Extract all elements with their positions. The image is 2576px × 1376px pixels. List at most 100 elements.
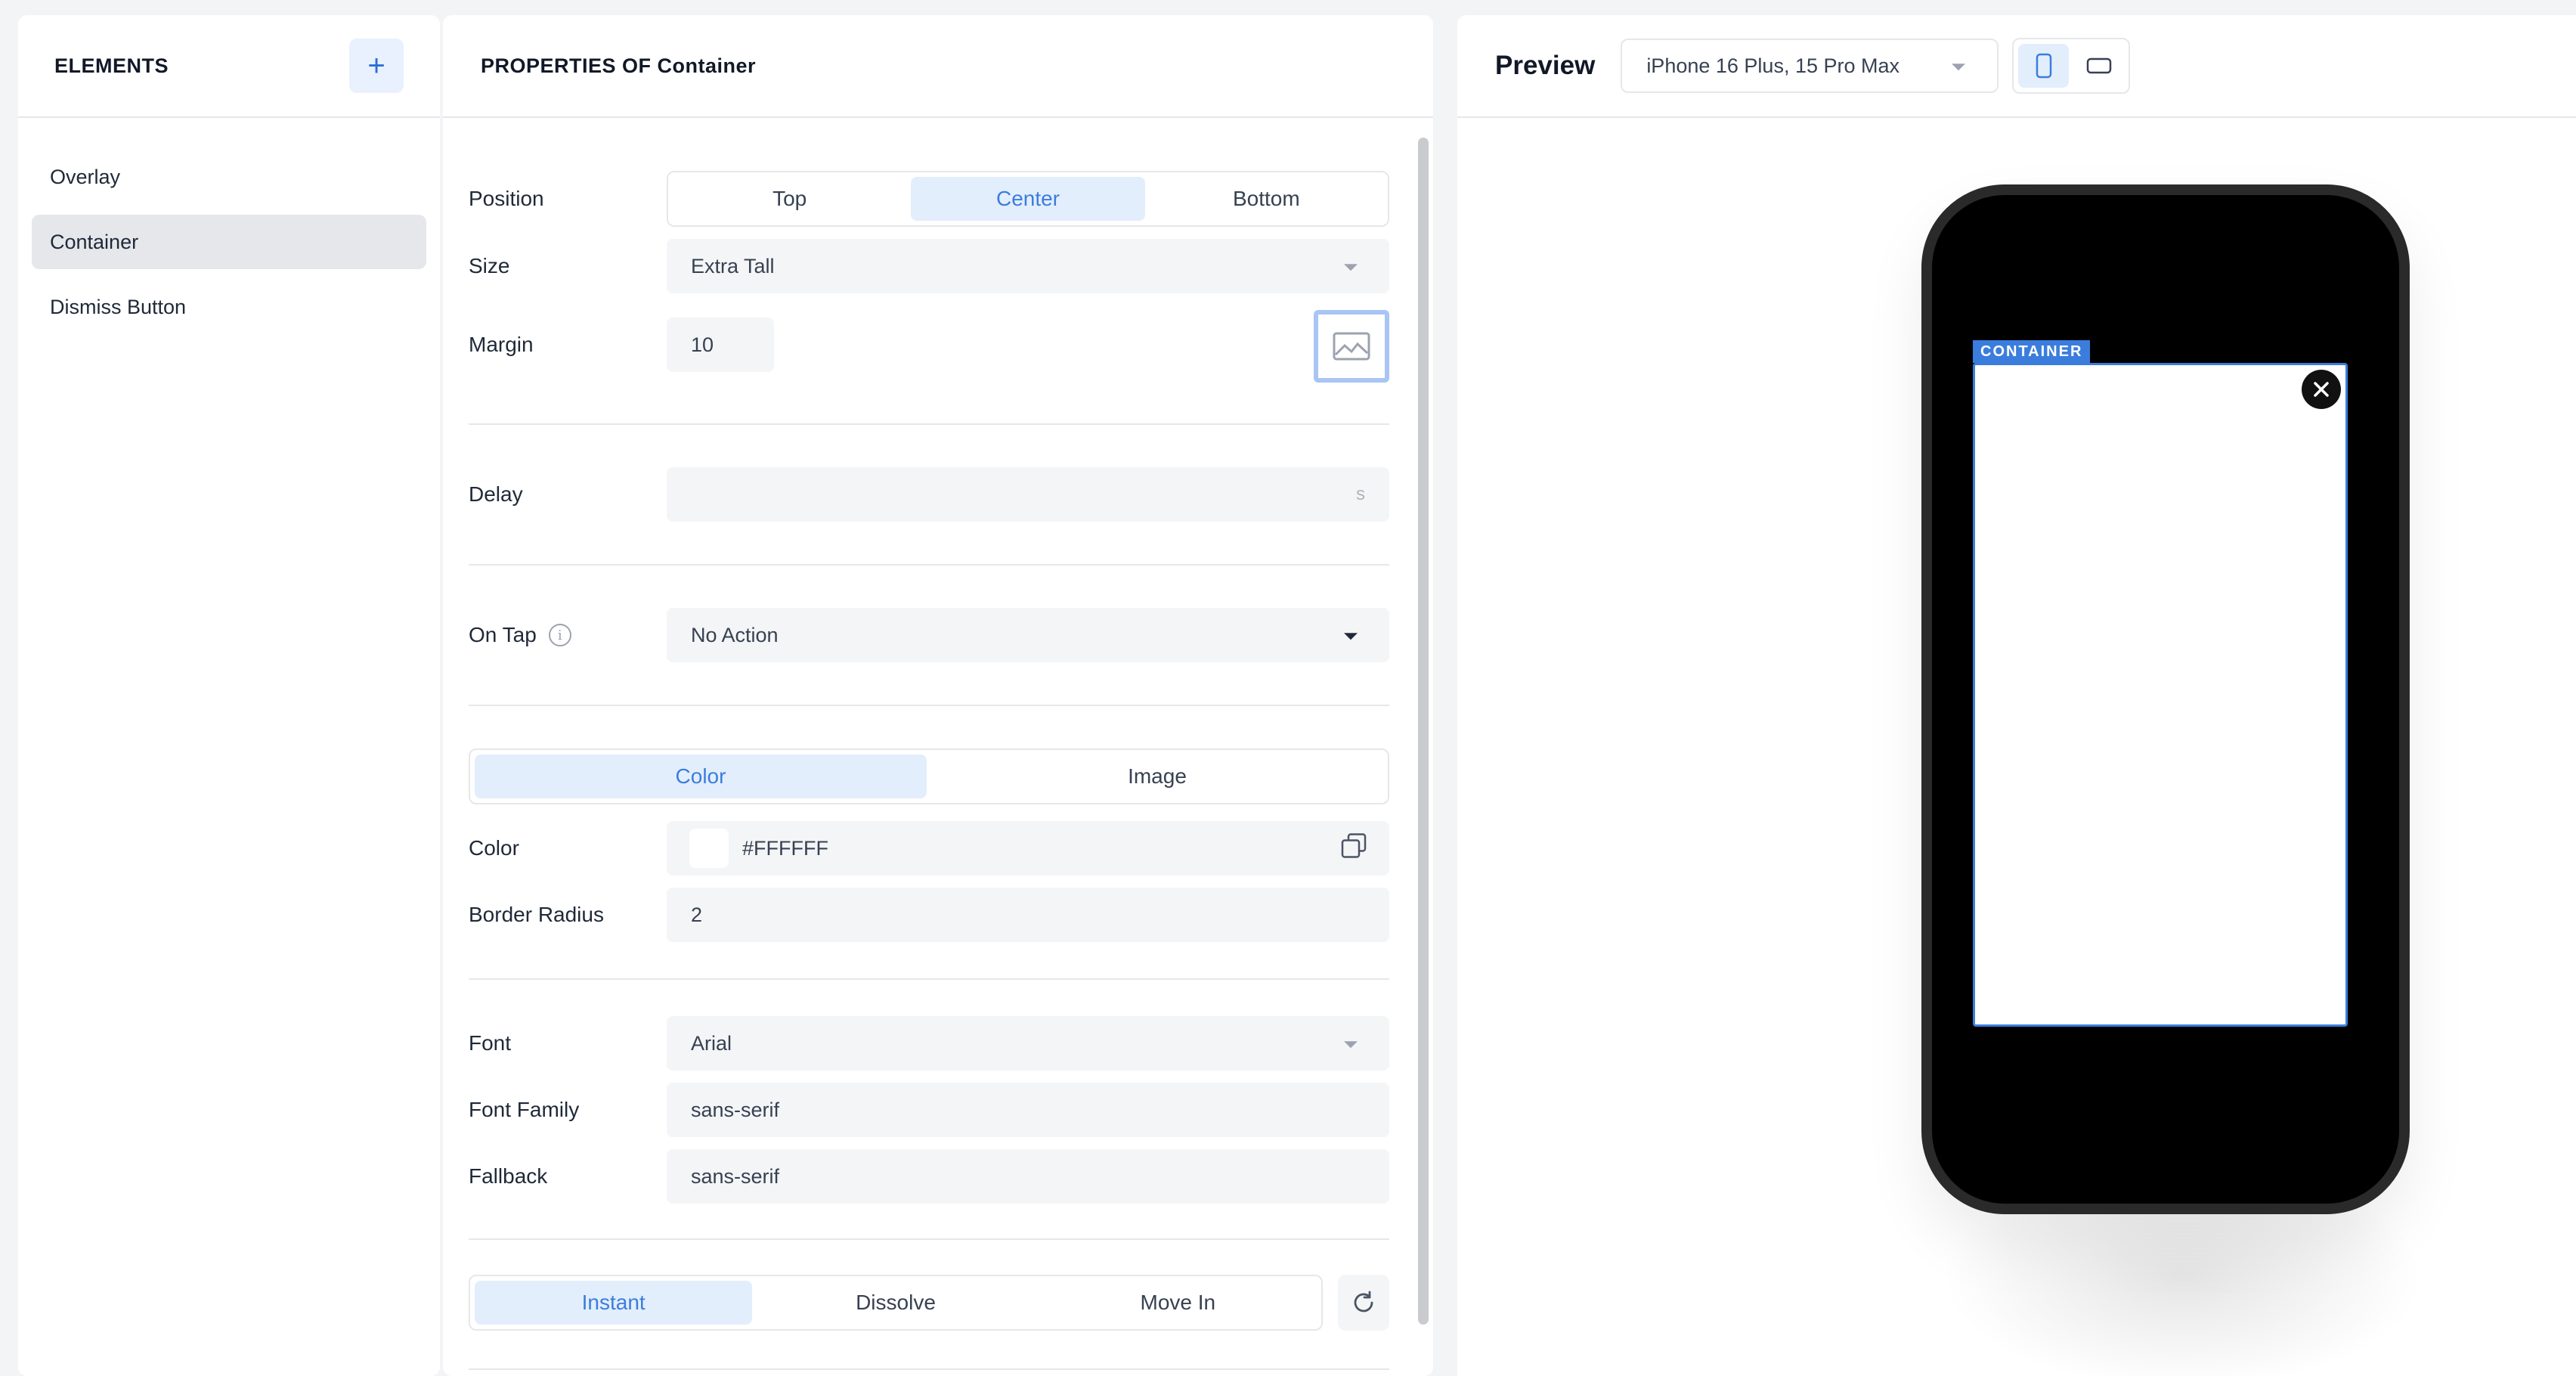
device-value: iPhone 16 Plus, 15 Pro Max — [1646, 54, 1900, 77]
element-item-container[interactable]: Container — [32, 215, 426, 269]
size-value: Extra Tall — [691, 254, 775, 277]
preview-title: Preview — [1495, 51, 1596, 80]
font-label: Font — [469, 1031, 512, 1055]
size-row: Size Extra Tall — [469, 239, 1389, 293]
device-select[interactable]: iPhone 16 Plus, 15 Pro Max — [1621, 39, 1999, 93]
properties-panel: PROPERTIES OF Container Position Top Cen… — [443, 15, 1433, 1376]
portrait-button[interactable] — [2018, 44, 2070, 88]
close-icon — [2314, 382, 2329, 397]
color-row: Color #FFFFFF — [469, 821, 1389, 875]
font-family-label: Font Family — [469, 1098, 580, 1121]
portrait-phone-icon — [2036, 53, 2052, 79]
section-divider — [469, 1368, 1389, 1370]
section-divider — [469, 978, 1389, 980]
preview-panel: Preview iPhone 16 Plus, 15 Pro Max CONTA… — [1457, 15, 2576, 1376]
element-item-label: Dismiss Button — [50, 295, 187, 318]
position-option-center[interactable]: Center — [911, 177, 1145, 221]
background-mode-image[interactable]: Image — [931, 755, 1383, 798]
animation-row: Instant Dissolve Move In — [469, 1275, 1389, 1331]
fallback-label: Fallback — [469, 1164, 548, 1188]
background-mode-segmented-control: Color Image — [469, 748, 1389, 804]
elements-panel: ELEMENTS + Overlay Container Dismiss But… — [18, 15, 440, 1376]
on-tap-row: On Tap i No Action — [469, 608, 1389, 662]
font-value: Arial — [691, 1031, 732, 1055]
animation-option-dissolve[interactable]: Dissolve — [757, 1281, 1034, 1325]
font-row: Font Arial — [469, 1016, 1389, 1071]
landscape-phone-icon — [2086, 57, 2112, 74]
position-segmented-control: Top Center Bottom — [667, 171, 1389, 227]
color-value: #FFFFFF — [742, 836, 828, 860]
fallback-row: Fallback sans-serif — [469, 1149, 1389, 1204]
font-family-value: sans-serif — [691, 1098, 780, 1121]
position-option-bottom[interactable]: Bottom — [1150, 177, 1383, 221]
font-select[interactable]: Arial — [667, 1016, 1389, 1071]
elements-list: Overlay Container Dismiss Button — [18, 118, 440, 334]
delay-input[interactable]: s — [667, 467, 1389, 522]
element-item-overlay[interactable]: Overlay — [32, 150, 426, 204]
refresh-icon — [1354, 1291, 1373, 1312]
add-element-button[interactable]: + — [349, 39, 404, 93]
element-item-label: Overlay — [50, 165, 121, 188]
properties-header: PROPERTIES OF Container — [443, 15, 1433, 118]
color-swatch[interactable] — [689, 829, 729, 868]
image-toggle-button[interactable] — [1314, 310, 1389, 383]
delay-row: Delay s — [469, 467, 1389, 522]
landscape-button[interactable] — [2073, 44, 2124, 88]
delay-label: Delay — [469, 482, 523, 506]
container-tag: CONTAINER — [1973, 340, 2091, 363]
chevron-down-icon — [1344, 264, 1358, 271]
size-select[interactable]: Extra Tall — [667, 239, 1389, 293]
on-tap-value: No Action — [691, 623, 779, 646]
on-tap-label-group: On Tap i — [469, 623, 667, 647]
font-family-row: Font Family sans-serif — [469, 1083, 1389, 1137]
properties-body: Position Top Center Bottom Size Extra Ta… — [443, 119, 1433, 1376]
size-label: Size — [469, 254, 510, 277]
chevron-down-icon — [1344, 1041, 1358, 1049]
border-radius-row: Border Radius 2 — [469, 888, 1389, 942]
margin-row: Margin 10 — [469, 310, 1389, 383]
animation-segmented-control: Instant Dissolve Move In — [469, 1275, 1323, 1331]
section-divider — [469, 564, 1389, 566]
fallback-input[interactable]: sans-serif — [667, 1149, 1389, 1204]
elements-title: ELEMENTS — [54, 54, 169, 77]
delay-suffix: s — [1356, 484, 1365, 504]
on-tap-select[interactable]: No Action — [667, 608, 1389, 662]
properties-title: PROPERTIES OF Container — [481, 54, 757, 77]
preview-stage: CONTAINER — [1457, 119, 2576, 1376]
animation-option-instant[interactable]: Instant — [475, 1281, 753, 1325]
margin-input[interactable]: 10 — [667, 318, 774, 372]
position-label: Position — [469, 187, 544, 210]
container-preview[interactable] — [1973, 363, 2348, 1027]
orientation-toggle — [2012, 38, 2131, 94]
border-radius-label: Border Radius — [469, 903, 604, 926]
position-option-top[interactable]: Top — [673, 177, 906, 221]
image-icon — [1333, 332, 1370, 361]
chevron-down-icon — [1952, 64, 1966, 71]
fallback-value: sans-serif — [691, 1164, 780, 1188]
section-divider — [469, 705, 1389, 706]
preview-header: Preview iPhone 16 Plus, 15 Pro Max — [1457, 15, 2576, 118]
background-mode-row: Color Image — [469, 748, 1389, 804]
margin-label: Margin — [469, 333, 534, 356]
background-mode-color[interactable]: Color — [475, 755, 927, 798]
border-radius-value: 2 — [691, 903, 703, 926]
position-row: Position Top Center Bottom — [469, 171, 1389, 227]
info-icon[interactable]: i — [548, 624, 571, 646]
section-divider — [469, 1238, 1389, 1240]
animation-option-move-in[interactable]: Move In — [1039, 1281, 1317, 1325]
phone-frame: CONTAINER — [1921, 184, 2410, 1214]
section-divider — [469, 423, 1389, 425]
replay-animation-button[interactable] — [1338, 1275, 1389, 1331]
on-tap-label: On Tap — [469, 623, 537, 646]
font-family-input[interactable]: sans-serif — [667, 1083, 1389, 1137]
color-input[interactable]: #FFFFFF — [667, 821, 1389, 875]
element-item-label: Container — [50, 230, 139, 253]
color-label: Color — [469, 836, 519, 860]
element-item-dismiss-button[interactable]: Dismiss Button — [32, 280, 426, 334]
copy-icon[interactable] — [1341, 833, 1367, 864]
chevron-down-icon — [1344, 633, 1358, 640]
dismiss-button-preview[interactable] — [2302, 370, 2341, 409]
properties-scrollbar[interactable] — [1418, 138, 1429, 1325]
border-radius-input[interactable]: 2 — [667, 888, 1389, 942]
elements-header: ELEMENTS + — [18, 15, 440, 118]
